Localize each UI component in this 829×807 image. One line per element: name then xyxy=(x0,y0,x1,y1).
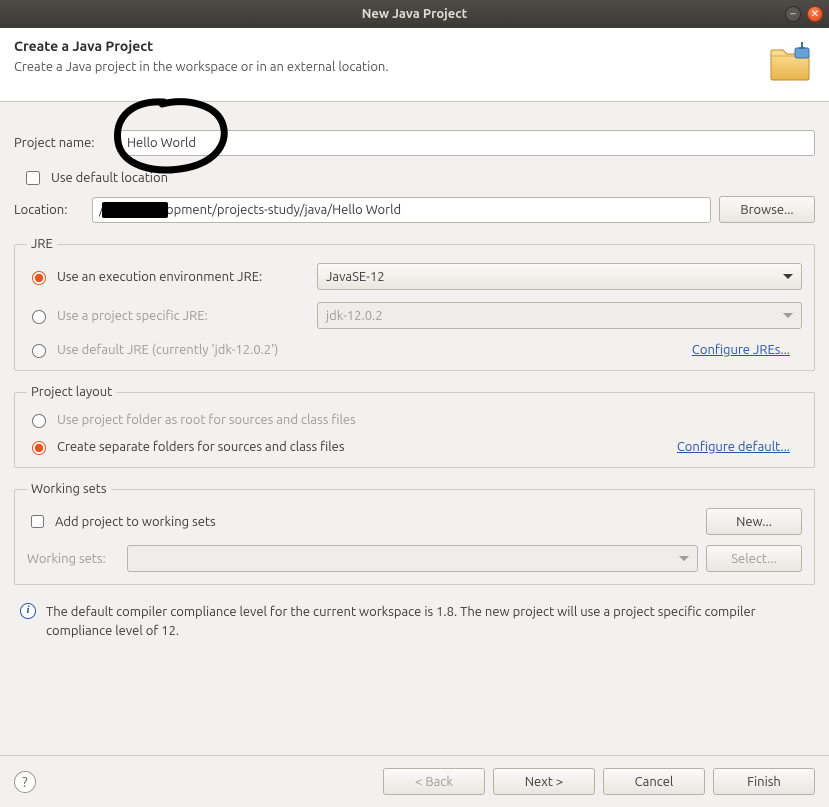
redaction-mark xyxy=(102,202,168,218)
add-to-working-sets-label[interactable]: Add project to working sets xyxy=(55,515,698,529)
add-to-working-sets-checkbox[interactable] xyxy=(31,515,44,528)
jre-project-radio[interactable] xyxy=(32,310,46,324)
wizard-body: Project name: Use default location Locat… xyxy=(0,102,829,641)
chevron-down-icon xyxy=(783,313,793,318)
page-subtitle: Create a Java project in the workspace o… xyxy=(14,60,389,74)
info-message: i The default compiler compliance level … xyxy=(20,603,809,641)
jre-project-select: jdk-12.0.2 xyxy=(317,302,802,329)
finish-button[interactable]: Finish xyxy=(713,768,815,795)
window-title: New Java Project xyxy=(0,7,829,21)
working-sets-select-button: Select... xyxy=(706,545,802,572)
project-layout-legend: Project layout xyxy=(27,385,116,399)
location-label: Location: xyxy=(14,203,84,217)
page-title: Create a Java Project xyxy=(14,38,389,54)
chevron-down-icon xyxy=(783,274,793,279)
window-controls: – ✕ xyxy=(785,6,823,22)
working-sets-label: Working sets: xyxy=(27,552,119,566)
help-icon[interactable]: ? xyxy=(14,771,36,793)
browse-button[interactable]: Browse... xyxy=(719,196,815,223)
configure-jres-link[interactable]: Configure JREs... xyxy=(692,343,790,357)
working-sets-new-button[interactable]: New... xyxy=(706,508,802,535)
use-default-location-checkbox[interactable] xyxy=(26,171,40,185)
working-sets-legend: Working sets xyxy=(27,482,111,496)
wizard-header: Create a Java Project Create a Java proj… xyxy=(0,28,829,102)
back-button: < Back xyxy=(383,768,485,795)
use-default-location-label[interactable]: Use default location xyxy=(51,171,168,185)
close-icon[interactable]: ✕ xyxy=(807,6,823,22)
folder-java-icon xyxy=(767,38,815,85)
layout-root-radio-label[interactable]: Use project folder as root for sources a… xyxy=(27,411,356,428)
jre-legend: JRE xyxy=(27,237,57,251)
jre-env-radio[interactable] xyxy=(32,271,46,285)
wizard-footer: ? < Back Next > Cancel Finish xyxy=(0,755,829,807)
jre-default-radio[interactable] xyxy=(32,344,46,358)
cancel-button[interactable]: Cancel xyxy=(603,768,705,795)
jre-group: JRE Use an execution environment JRE: Ja… xyxy=(14,237,815,371)
chevron-down-icon xyxy=(679,556,689,561)
window-titlebar: New Java Project – ✕ xyxy=(0,0,829,28)
location-input[interactable] xyxy=(92,197,711,223)
jre-default-radio-label[interactable]: Use default JRE (currently 'jdk-12.0.2') xyxy=(27,341,278,358)
project-name-input[interactable] xyxy=(120,130,815,156)
project-layout-group: Project layout Use project folder as roo… xyxy=(14,385,815,468)
jre-project-radio-label[interactable]: Use a project specific JRE: xyxy=(27,307,309,324)
next-button[interactable]: Next > xyxy=(493,768,595,795)
working-sets-group: Working sets Add project to working sets… xyxy=(14,482,815,585)
jre-env-radio-label[interactable]: Use an execution environment JRE: xyxy=(27,268,309,285)
working-sets-select xyxy=(127,545,698,572)
layout-root-radio[interactable] xyxy=(32,414,46,428)
layout-separate-radio[interactable] xyxy=(32,441,46,455)
minimize-icon[interactable]: – xyxy=(785,6,801,22)
info-text: The default compiler compliance level fo… xyxy=(46,603,809,641)
project-name-label: Project name: xyxy=(14,136,112,150)
layout-separate-radio-label[interactable]: Create separate folders for sources and … xyxy=(27,438,344,455)
configure-default-link[interactable]: Configure default... xyxy=(677,440,790,454)
jre-env-select[interactable]: JavaSE-12 xyxy=(317,263,802,290)
info-icon: i xyxy=(20,603,36,619)
